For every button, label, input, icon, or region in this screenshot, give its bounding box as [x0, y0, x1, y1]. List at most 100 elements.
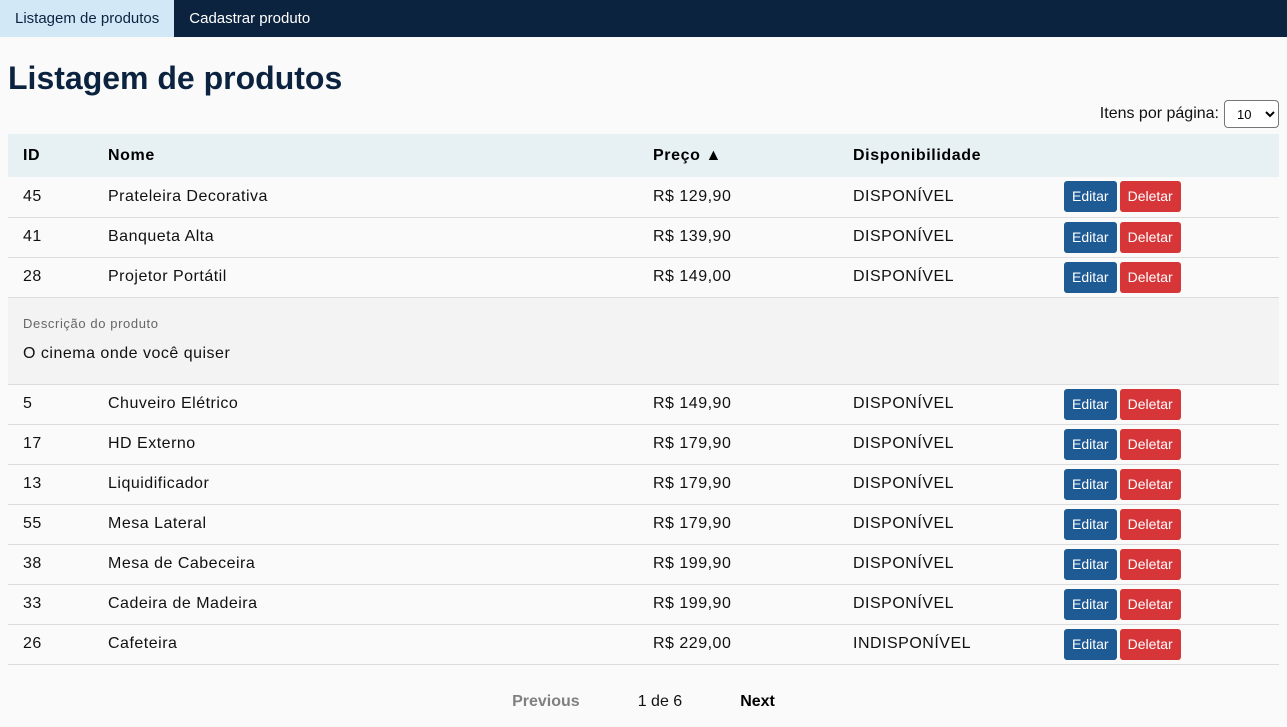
table-row[interactable]: 13 Liquidificador R$ 179,90 DISPONÍVEL Edita…	[8, 464, 1279, 505]
delete-button[interactable]: Deletar	[1119, 508, 1181, 540]
cell-name: Chuveiro Elétrico	[93, 384, 638, 425]
header-name[interactable]: Nome	[93, 134, 638, 177]
cell-availability: INDISPONÍVEL	[838, 624, 1064, 665]
delete-button[interactable]: Deletar	[1119, 468, 1181, 500]
cell-availability: DISPONÍVEL	[838, 584, 1064, 625]
cell-actions: Editar Deletar	[1064, 544, 1279, 585]
delete-button[interactable]: Deletar	[1119, 428, 1181, 460]
cell-id: 45	[8, 177, 93, 218]
cell-name: Liquidificador	[93, 464, 638, 505]
edit-button[interactable]: Editar	[1064, 388, 1117, 420]
cell-actions: Editar Deletar	[1064, 464, 1279, 505]
cell-price: R$ 149,00	[638, 257, 838, 298]
page-title: Listagem de produtos	[8, 60, 343, 96]
edit-button[interactable]: Editar	[1064, 588, 1117, 620]
table-row[interactable]: 41 Banqueta Alta R$ 139,90 DISPONÍVEL Editar…	[8, 217, 1279, 258]
delete-button[interactable]: Deletar	[1119, 628, 1181, 660]
cell-price: R$ 229,00	[638, 624, 838, 665]
tab-product-list[interactable]: Listagem de produtos	[0, 0, 175, 37]
next-button[interactable]: Next	[740, 693, 775, 711]
header-id[interactable]: ID	[8, 134, 93, 177]
cell-id: 5	[8, 384, 93, 425]
cell-availability: DISPONÍVEL	[838, 257, 1064, 298]
cell-id: 41	[8, 217, 93, 258]
cell-id: 55	[8, 504, 93, 545]
cell-name: Mesa de Cabeceira	[93, 544, 638, 585]
cell-id: 17	[8, 424, 93, 465]
cell-id: 33	[8, 584, 93, 625]
per-page-control: Itens por página: 10	[8, 99, 1279, 129]
top-navbar: Listagem de produtos Cadastrar produto	[0, 0, 1287, 37]
edit-button[interactable]: Editar	[1064, 548, 1117, 580]
cell-actions: Editar Deletar	[1064, 584, 1279, 625]
cell-price: R$ 129,90	[638, 177, 838, 218]
description-label: Descrição do produto	[23, 315, 159, 331]
table-header-row: ID Nome Preço ▲ Disponibilidade	[8, 134, 1279, 177]
cell-name: Cadeira de Madeira	[93, 584, 638, 625]
header-actions	[1064, 134, 1279, 177]
page-indicator: 1 de 6	[637, 692, 683, 710]
cell-actions: Editar Deletar	[1064, 257, 1279, 298]
cell-price: R$ 179,90	[638, 504, 838, 545]
cell-id: 13	[8, 464, 93, 505]
pagination: Previous 1 de 6 Next	[8, 693, 1279, 711]
cell-actions: Editar Deletar	[1064, 384, 1279, 425]
delete-button[interactable]: Deletar	[1119, 548, 1181, 580]
edit-button[interactable]: Editar	[1064, 628, 1117, 660]
table-row[interactable]: 28 Projetor Portátil R$ 149,00 DISPONÍVEL Ed…	[8, 257, 1279, 298]
cell-price: R$ 199,90	[638, 544, 838, 585]
cell-name: Projetor Portátil	[93, 257, 638, 298]
header-availability[interactable]: Disponibilidade	[838, 134, 1064, 177]
table-row[interactable]: 45 Prateleira Decorativa R$ 129,90 DISPONÍV…	[8, 177, 1279, 218]
cell-name: Banqueta Alta	[93, 217, 638, 258]
cell-availability: DISPONÍVEL	[838, 544, 1064, 585]
per-page-label: Itens por página:	[1099, 105, 1219, 122]
description-cell: Descrição do produto O cinema onde você q…	[8, 297, 1279, 385]
table-row[interactable]: 26 Cafeteira R$ 229,00 INDISPONÍVEL Editar De…	[8, 624, 1279, 665]
cell-actions: Editar Deletar	[1064, 177, 1279, 218]
cell-actions: Editar Deletar	[1064, 504, 1279, 545]
edit-button[interactable]: Editar	[1064, 261, 1117, 293]
cell-availability: DISPONÍVEL	[838, 384, 1064, 425]
edit-button[interactable]: Editar	[1064, 468, 1117, 500]
table-row[interactable]: 5 Chuveiro Elétrico R$ 149,90 DISPONÍVEL Edi…	[8, 384, 1279, 425]
cell-availability: DISPONÍVEL	[838, 504, 1064, 545]
cell-availability: DISPONÍVEL	[838, 424, 1064, 465]
products-table: ID Nome Preço ▲ Disponibilidade 45 Pratel…	[8, 134, 1279, 665]
delete-button[interactable]: Deletar	[1119, 388, 1181, 420]
cell-availability: DISPONÍVEL	[838, 217, 1064, 258]
cell-price: R$ 179,90	[638, 464, 838, 505]
cell-actions: Editar Deletar	[1064, 624, 1279, 665]
cell-name: Mesa Lateral	[93, 504, 638, 545]
cell-name: HD Externo	[93, 424, 638, 465]
tab-register-product[interactable]: Cadastrar produto	[174, 0, 325, 37]
cell-name: Prateleira Decorativa	[93, 177, 638, 218]
edit-button[interactable]: Editar	[1064, 428, 1117, 460]
delete-button[interactable]: Deletar	[1119, 181, 1181, 213]
cell-price: R$ 199,90	[638, 584, 838, 625]
delete-button[interactable]: Deletar	[1119, 588, 1181, 620]
table-row[interactable]: 33 Cadeira de Madeira R$ 199,90 DISPONÍVEL E…	[8, 584, 1279, 625]
per-page-select[interactable]: 10	[1224, 100, 1279, 128]
expanded-description-row: Descrição do produto O cinema onde você q…	[8, 297, 1279, 385]
cell-name: Cafeteira	[93, 624, 638, 665]
header-price-sort[interactable]: Preço ▲	[638, 134, 838, 177]
edit-button[interactable]: Editar	[1064, 508, 1117, 540]
table-row[interactable]: 38 Mesa de Cabeceira R$ 199,90 DISPONÍVEL Ed…	[8, 544, 1279, 585]
main-content: Listagem de produtos Itens por página: 1…	[0, 59, 1287, 711]
cell-availability: DISPONÍVEL	[838, 177, 1064, 218]
edit-button[interactable]: Editar	[1064, 221, 1117, 253]
cell-id: 26	[8, 624, 93, 665]
cell-price: R$ 179,90	[638, 424, 838, 465]
description-text: O cinema onde você quiser	[23, 344, 231, 362]
previous-button[interactable]: Previous	[512, 693, 580, 711]
edit-button[interactable]: Editar	[1064, 181, 1117, 213]
table-body: 45 Prateleira Decorativa R$ 129,90 DISPONÍV…	[8, 177, 1279, 665]
table-row[interactable]: 55 Mesa Lateral R$ 179,90 DISPONÍVEL Editar D…	[8, 504, 1279, 545]
delete-button[interactable]: Deletar	[1119, 261, 1181, 293]
delete-button[interactable]: Deletar	[1119, 221, 1181, 253]
table-row[interactable]: 17 HD Externo R$ 179,90 DISPONÍVEL Editar Del…	[8, 424, 1279, 465]
cell-id: 28	[8, 257, 93, 298]
cell-actions: Editar Deletar	[1064, 424, 1279, 465]
cell-actions: Editar Deletar	[1064, 217, 1279, 258]
